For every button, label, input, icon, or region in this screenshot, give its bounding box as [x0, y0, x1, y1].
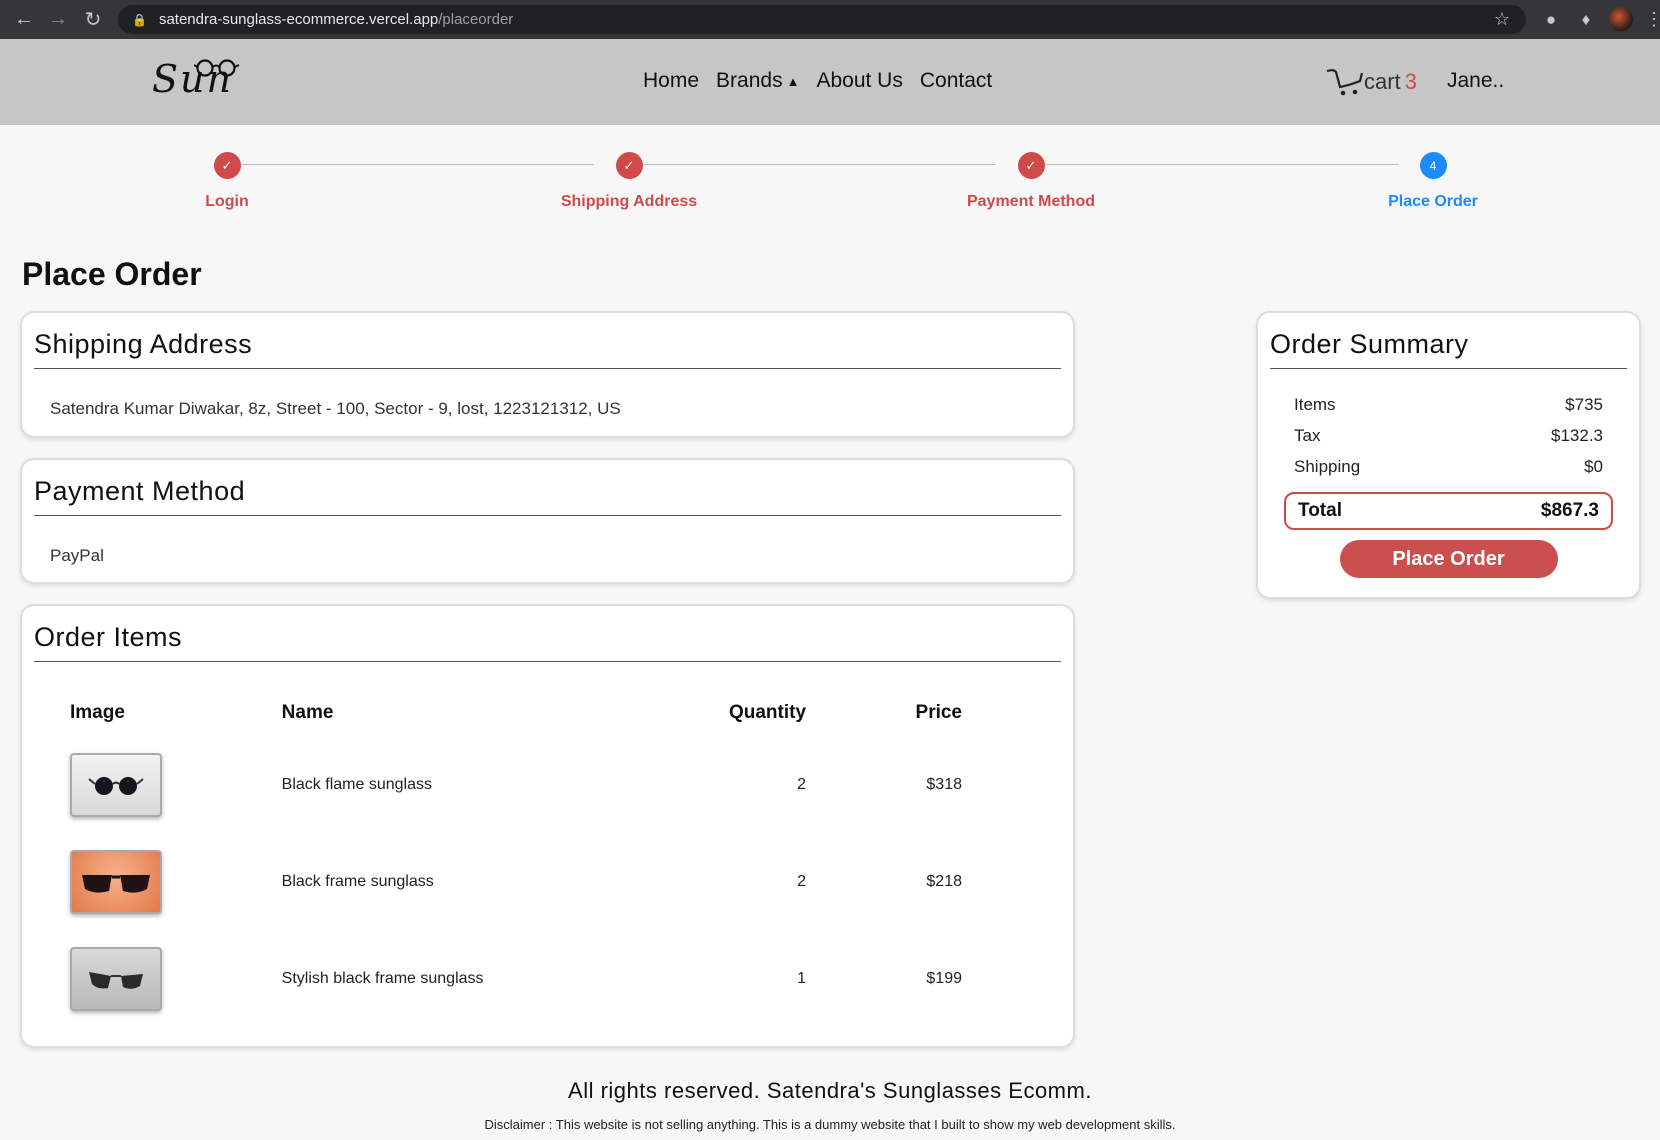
step-label: Place Order	[1388, 193, 1478, 210]
cart-count-badge: 3	[1404, 69, 1417, 94]
nav-brands-label: Brands	[716, 69, 783, 92]
footer-rights: All rights reserved. Satendra's Sunglass…	[568, 1078, 1092, 1103]
step-label: Login	[205, 193, 249, 210]
summary-total-row: Total $867.3	[1284, 492, 1613, 530]
step-label: Payment Method	[966, 193, 1095, 210]
nav-home[interactable]: Home	[643, 69, 699, 93]
step-payment-method: ✓ Payment Method	[881, 152, 1181, 211]
column-header-name: Name	[281, 702, 334, 723]
order-items-heading: Order Items	[34, 622, 1061, 662]
url-path: /placeorder	[438, 11, 514, 28]
step-number: 4	[1419, 152, 1447, 179]
nav-brands[interactable]: Brands ▲	[716, 69, 799, 93]
order-summary-heading: Order Summary	[1270, 329, 1627, 369]
step-place-order: 4 Place Order	[1283, 152, 1583, 211]
table-row: Stylish black frame sunglass 1 $199	[40, 930, 1000, 1027]
item-quantity: 1	[797, 969, 807, 987]
summary-total-label: Total	[1298, 500, 1342, 521]
summary-total-value: $867.3	[1540, 500, 1599, 521]
place-order-button[interactable]: Place Order	[1339, 540, 1558, 578]
lock-icon: 🔒	[132, 12, 147, 27]
product-thumbnail[interactable]	[70, 752, 162, 817]
summary-tax-label: Tax	[1294, 426, 1321, 445]
summary-rows: Items $735 Tax $132.3 Shipping $0 Total …	[1258, 395, 1639, 578]
reload-icon[interactable]: ↻	[76, 0, 110, 39]
back-arrow-icon[interactable]: ←	[7, 0, 41, 39]
checkout-stepper: ✓ Login ✓ Shipping Address ✓ Payment Met…	[0, 125, 1660, 225]
clubmaster-sunglasses-icon	[89, 971, 143, 989]
summary-shipping-label: Shipping	[1294, 457, 1361, 476]
browser-toolbar: ← → ↻ 🔒 satendra-sunglass-ecommerce.verc…	[0, 0, 1660, 39]
table-row: Black frame sunglass 2 $218	[40, 833, 1000, 930]
main-nav: Home Brands ▲ About Us Contact	[643, 69, 992, 93]
item-name[interactable]: Black frame sunglass	[282, 833, 653, 930]
check-icon: ✓	[213, 152, 241, 179]
column-header-image: Image	[70, 702, 125, 723]
round-black-sunglasses-icon	[88, 776, 144, 795]
extension-icon[interactable]: ●	[1536, 0, 1566, 39]
wayfarer-sunglasses-on-orange-icon	[82, 874, 150, 893]
column-header-price: Price	[915, 702, 962, 723]
nav-contact[interactable]: Contact	[920, 69, 992, 93]
chevron-up-icon: ▲	[786, 73, 800, 89]
check-icon: ✓	[615, 152, 643, 179]
column-header-quantity: Quantity	[728, 702, 807, 723]
nav-about-us[interactable]: About Us	[816, 69, 902, 93]
summary-shipping-value: $0	[1584, 457, 1603, 476]
puzzle-icon[interactable]: ♦	[1571, 0, 1601, 39]
summary-items-label: Items	[1294, 395, 1336, 414]
payment-method-card: Payment Method PayPal	[20, 458, 1075, 584]
address-bar[interactable]: 🔒 satendra-sunglass-ecommerce.vercel.app…	[118, 5, 1526, 34]
shipping-address-card: Shipping Address Satendra Kumar Diwakar,…	[20, 311, 1075, 438]
product-thumbnail[interactable]	[70, 849, 162, 914]
summary-tax-value: $132.3	[1551, 426, 1603, 445]
profile-avatar[interactable]	[1609, 7, 1633, 31]
user-menu[interactable]: Jane..	[1447, 69, 1504, 93]
item-quantity: 2	[797, 872, 807, 890]
footer-disclaimer: Disclaimer : This website is not selling…	[484, 1117, 1176, 1132]
item-price: $218	[926, 872, 962, 890]
shipping-address-heading: Shipping Address	[34, 329, 1061, 369]
kebab-menu-icon[interactable]: ⋮	[1645, 9, 1660, 29]
item-price: $318	[926, 775, 962, 793]
step-label: Shipping Address	[560, 193, 698, 210]
bookmark-star-icon[interactable]: ☆	[1494, 9, 1510, 30]
item-name[interactable]: Stylish black frame sunglass	[282, 930, 653, 1027]
item-quantity: 2	[797, 775, 807, 793]
page-title: Place Order	[22, 256, 202, 292]
order-items-card: Order Items Image Name Quantity Price Bl…	[20, 604, 1075, 1048]
step-shipping-address: ✓ Shipping Address	[479, 152, 779, 211]
url-host: satendra-sunglass-ecommerce.vercel.app	[158, 11, 439, 28]
payment-method-text: PayPal	[50, 546, 104, 565]
item-price: $199	[926, 969, 962, 987]
cart-link[interactable]: cart 3	[1326, 67, 1417, 97]
summary-items-value: $735	[1565, 395, 1603, 414]
cart-label: cart	[1364, 69, 1401, 94]
summary-shipping-row: Shipping $0	[1258, 457, 1639, 488]
summary-items-row: Items $735	[1258, 395, 1639, 426]
shipping-address-text: Satendra Kumar Diwakar, 8z, Street - 100…	[50, 399, 621, 418]
product-thumbnail[interactable]	[70, 946, 162, 1011]
check-icon: ✓	[1017, 152, 1045, 179]
site-header: Sun Home Brands ▲ About Us Contact cart 3…	[0, 39, 1660, 125]
item-name[interactable]: Black flame sunglass	[282, 736, 653, 833]
summary-tax-row: Tax $132.3	[1258, 426, 1639, 457]
payment-method-heading: Payment Method	[34, 476, 1061, 516]
forward-arrow-icon[interactable]: →	[41, 0, 75, 39]
cart-icon	[1326, 69, 1364, 96]
table-row: Black flame sunglass 2 $318	[40, 736, 1000, 833]
order-summary-card: Order Summary Items $735 Tax $132.3 Ship…	[1256, 311, 1641, 599]
table-header-row: Image Name Quantity Price	[40, 690, 1000, 736]
step-login: ✓ Login	[77, 152, 377, 211]
order-items-table: Image Name Quantity Price Black flame su…	[40, 690, 1000, 1027]
glasses-icon	[194, 59, 240, 77]
